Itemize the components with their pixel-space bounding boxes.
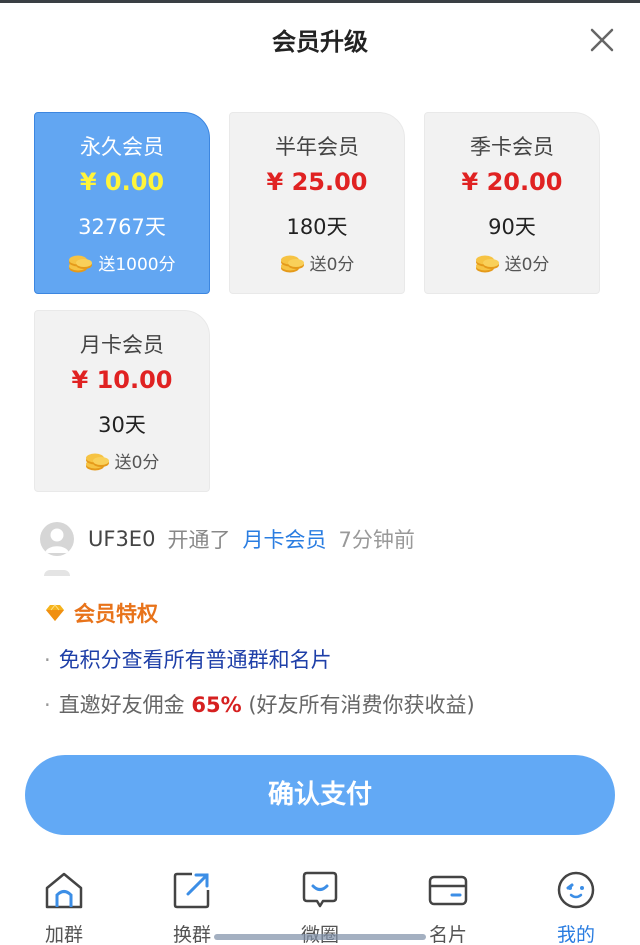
- coins-icon: [69, 255, 93, 272]
- plan-gift: 送0分: [35, 448, 209, 473]
- card-icon: [428, 875, 468, 906]
- plan-name: 月卡会员: [80, 333, 164, 357]
- plan-gift: 送1000分: [35, 250, 209, 275]
- tab-label: 名片: [428, 924, 467, 945]
- next-notice-avatar: [44, 570, 70, 576]
- close-button[interactable]: [586, 24, 618, 56]
- tab-label: 加群: [44, 924, 83, 945]
- privilege-item: · 直邀好友佣金 65% (好友所有消费你获收益): [44, 689, 475, 719]
- plan-name: 半年会员: [275, 135, 359, 159]
- privileges-heading: 会员特权: [44, 598, 158, 628]
- plan-gift-text: 送1000分: [98, 255, 176, 275]
- privilege-note: (好友所有消费你获收益): [248, 693, 475, 717]
- plan-days: 180天: [286, 215, 348, 239]
- privilege-text: 免积分查看所有普通群和名片: [58, 648, 332, 672]
- plan-card-permanent[interactable]: 永久会员 ¥ 0.00 32767天 送1000分: [34, 112, 210, 294]
- plan-name: 永久会员: [80, 135, 164, 159]
- page-title: 会员升级: [272, 28, 368, 56]
- notice-username: UF3E0: [88, 527, 156, 551]
- tab-label: 我的: [556, 924, 595, 945]
- tab-label: 换群: [172, 924, 211, 945]
- avatar: [40, 522, 74, 556]
- smiley-face-icon: [557, 871, 595, 909]
- plan-gift-text: 送0分: [114, 453, 160, 473]
- notice-time: 7分钟前: [338, 528, 415, 552]
- bottom-tab-bar: 加群 换群 微圈 名片 我的: [0, 860, 640, 945]
- plan-days: 90天: [488, 215, 536, 239]
- bullet: ·: [44, 693, 51, 717]
- tab-mine[interactable]: 我的: [536, 868, 616, 945]
- home-icon: [45, 872, 83, 909]
- tab-label: 微圈: [280, 920, 360, 945]
- plan-card-half-year[interactable]: 半年会员 ¥ 25.00 180天 送0分: [229, 112, 405, 294]
- notice-action: 开通了: [167, 528, 231, 552]
- plan-price: ¥ 25.00: [266, 168, 368, 196]
- plan-card-monthly[interactable]: 月卡会员 ¥ 10.00 30天 送0分: [34, 310, 210, 492]
- purchase-notice: UF3E0 开通了 月卡会员 7分钟前: [40, 521, 415, 557]
- share-arrow-icon: [173, 872, 210, 909]
- chat-bubble-icon: [302, 871, 338, 908]
- plan-price: ¥ 0.00: [79, 168, 165, 196]
- diamond-icon: [46, 604, 64, 621]
- plan-gift: 送0分: [230, 250, 404, 275]
- notice-plan: 月卡会员: [242, 528, 327, 552]
- coins-icon: [280, 255, 304, 272]
- plan-days: 32767天: [78, 215, 166, 239]
- tab-join-group[interactable]: 加群: [24, 868, 104, 945]
- bullet: ·: [44, 648, 51, 672]
- home-indicator: [214, 934, 426, 940]
- commission-percent: 65%: [191, 693, 242, 717]
- plan-price: ¥ 20.00: [461, 168, 563, 196]
- plan-name: 季卡会员: [470, 135, 554, 159]
- modal-header: 会员升级: [0, 0, 640, 80]
- privilege-text: 直邀好友佣金: [58, 693, 185, 717]
- plan-gift-text: 送0分: [504, 255, 550, 275]
- confirm-pay-button[interactable]: 确认支付: [25, 755, 615, 835]
- close-icon: [590, 28, 614, 52]
- plan-gift: 送0分: [425, 250, 599, 275]
- user-placeholder-icon: [45, 528, 69, 553]
- coins-icon: [85, 453, 109, 470]
- privilege-item: · 免积分查看所有普通群和名片: [44, 644, 332, 674]
- privileges-title: 会员特权: [74, 602, 158, 626]
- coins-icon: [475, 255, 499, 272]
- plan-card-quarter[interactable]: 季卡会员 ¥ 20.00 90天 送0分: [424, 112, 600, 294]
- plan-days: 30天: [98, 413, 146, 437]
- plan-gift-text: 送0分: [309, 255, 355, 275]
- plan-price: ¥ 10.00: [71, 366, 173, 394]
